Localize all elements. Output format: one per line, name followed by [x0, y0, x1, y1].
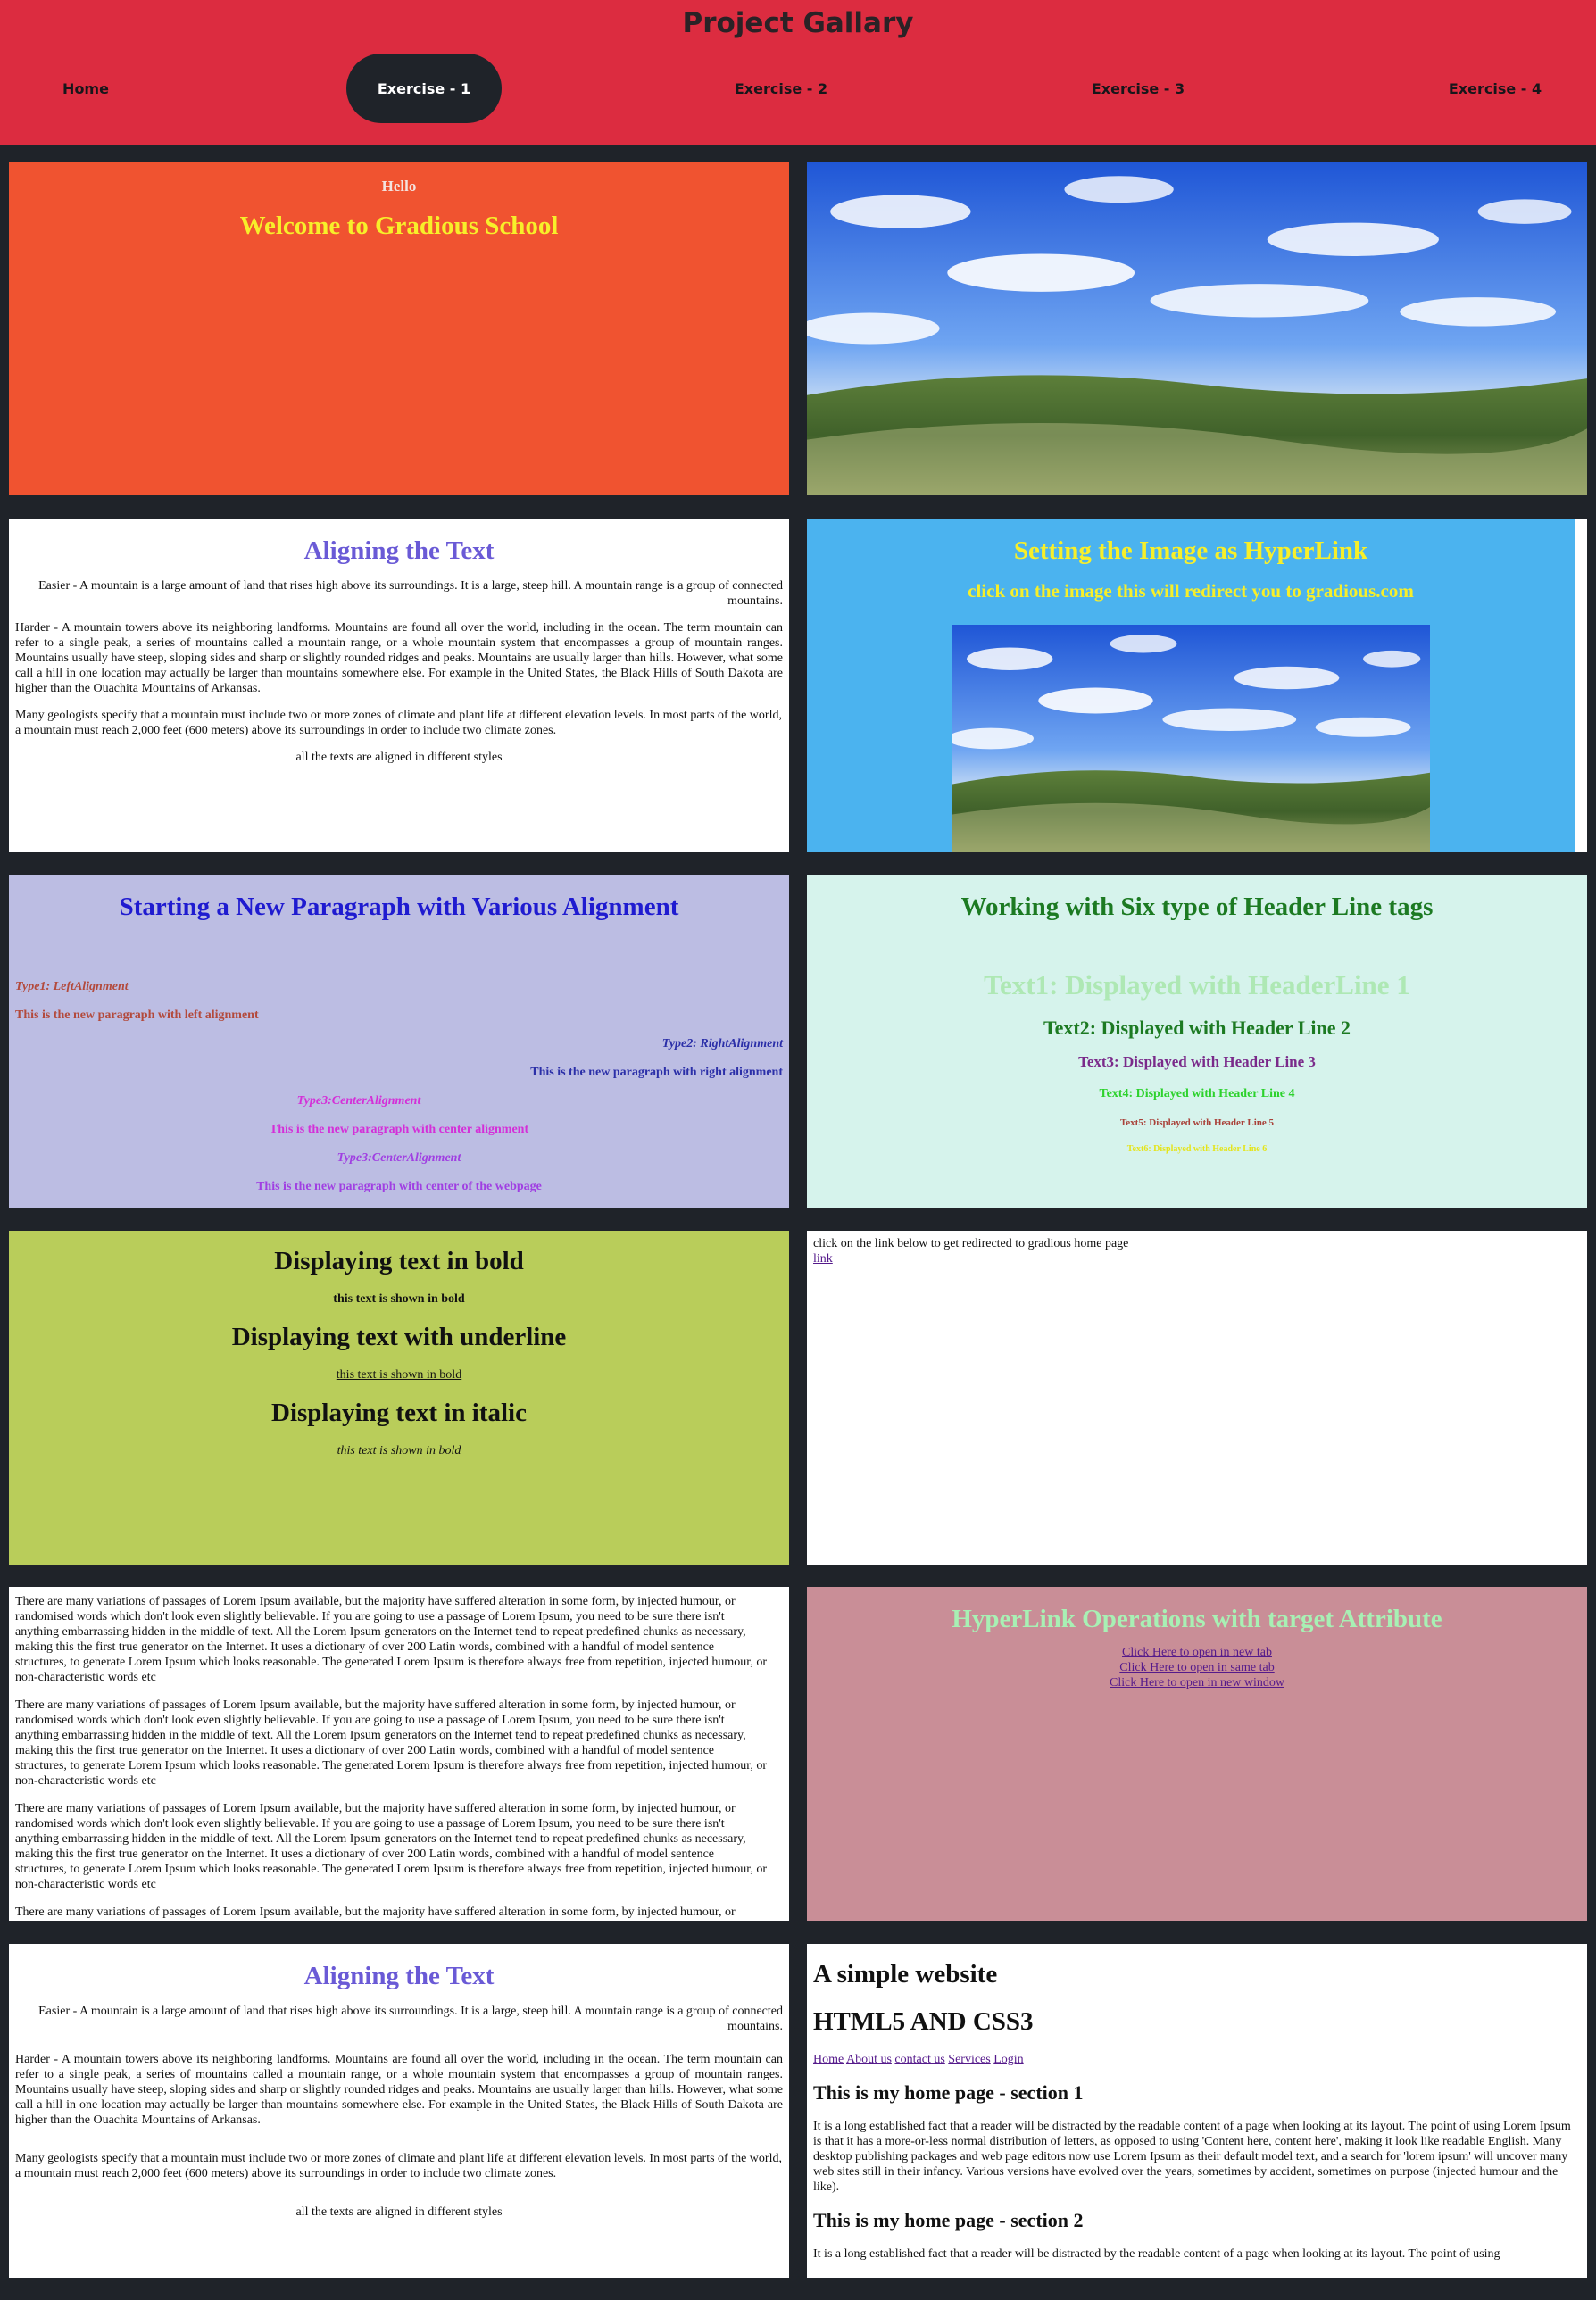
redirect-panel: click on the link below to get redirecte…: [807, 1231, 1587, 1565]
website-nav-home[interactable]: Home: [813, 2053, 844, 2066]
header-tags-heading: Working with Six type of Header Line tag…: [960, 893, 1434, 921]
type1-paragraph: This is the new paragraph with left alig…: [15, 1009, 259, 1022]
type3-label: Type3:CenterAlignment: [296, 1094, 421, 1108]
section-1-text: It is a long established fact that a rea…: [813, 2120, 1571, 2194]
align-footer: all the texts are aligned in different s…: [295, 751, 503, 764]
website-nav-contact[interactable]: contact us: [894, 2053, 944, 2066]
geologists-paragraph: Many geologists specify that a mountain …: [15, 2152, 782, 2180]
aligning-heading: Aligning the Text: [303, 536, 495, 565]
landscape-image: [807, 162, 1587, 495]
site-title: Project Gallary: [682, 7, 914, 39]
lorem-paragraph: There are many variations of passages of…: [15, 1802, 767, 1891]
header-line-3: Text3: Displayed with Header Line 3: [1078, 1053, 1316, 1070]
website-nav-services[interactable]: Services: [948, 2053, 990, 2066]
italic-heading: Displaying text in italic: [271, 1399, 527, 1427]
section-2-text: It is a long established fact that a rea…: [813, 2247, 1500, 2261]
underline-heading: Displaying text with underline: [231, 1323, 567, 1351]
paragraph-alignment-panel: Starting a New Paragraph with Various Al…: [9, 875, 789, 1208]
header-line-4: Text4: Displayed with Header Line 4: [1099, 1087, 1295, 1100]
italic-text: this text is shown in bold: [337, 1444, 461, 1457]
type1-label: Type1: LeftAlignment: [15, 980, 129, 993]
simple-website-panel: A simple website HTML5 AND CSS3 Home Abo…: [807, 1944, 1587, 2278]
lorem-paragraph: There are many variations of passages of…: [15, 1906, 736, 1919]
target-heading: HyperLink Operations with target Attribu…: [952, 1605, 1442, 1633]
new-window-link[interactable]: Click Here to open in new window: [1110, 1676, 1284, 1690]
bold-text: this text is shown in bold: [333, 1292, 465, 1306]
header-line-6: Text6: Displayed with Header Line 6: [1126, 1144, 1268, 1154]
header-line-2: Text2: Displayed with Header Line 2: [1043, 1017, 1351, 1039]
align-footer: all the texts are aligned in different s…: [295, 2205, 503, 2219]
welcome-heading: Welcome to Gradious School: [239, 212, 559, 240]
nav-exercise-1[interactable]: Exercise - 1: [346, 54, 502, 123]
image-link-subheading: click on the image this will redirect yo…: [968, 580, 1414, 602]
type4-paragraph: This is the new paragraph with center of…: [256, 1180, 542, 1193]
aligning-text-panel-2: Aligning the Text Easier - A mountain is…: [9, 1944, 789, 2278]
website-nav: Home About us contact us Services Login: [813, 2053, 1581, 2067]
hello-text: Hello: [381, 178, 417, 195]
website-title: A simple website: [813, 1960, 998, 1989]
geologists-paragraph: Many geologists specify that a mountain …: [15, 709, 782, 737]
header-line-5: Text5: Displayed with Header Line 5: [1119, 1117, 1275, 1128]
lorem-paragraph: There are many variations of passages of…: [15, 1698, 767, 1788]
paragraph-heading: Starting a New Paragraph with Various Al…: [119, 893, 679, 921]
same-tab-link[interactable]: Click Here to open in same tab: [1119, 1661, 1274, 1674]
image-link-heading: Setting the Image as HyperLink: [1013, 536, 1368, 565]
new-tab-link[interactable]: Click Here to open in new tab: [1122, 1646, 1272, 1659]
easier-paragraph: Easier - A mountain is a large amount of…: [38, 2005, 783, 2033]
hyperlink-image[interactable]: [952, 625, 1430, 852]
harder-paragraph: Harder - A mountain towers above its nei…: [15, 621, 783, 695]
header-tags-panel: Working with Six type of Header Line tag…: [807, 875, 1587, 1208]
website-nav-about[interactable]: About us: [846, 2053, 892, 2066]
lorem-paragraph: There are many variations of passages of…: [15, 1595, 767, 1684]
lorem-panel: There are many variations of passages of…: [9, 1587, 789, 1921]
bold-heading: Displaying text in bold: [274, 1247, 524, 1275]
website-nav-login[interactable]: Login: [993, 2053, 1023, 2066]
image-hyperlink-panel: Setting the Image as HyperLink click on …: [807, 519, 1587, 852]
nav-exercise-4[interactable]: Exercise - 4: [1437, 54, 1553, 123]
harder-paragraph: Harder - A mountain towers above its nei…: [15, 2053, 783, 2127]
type4-label: Type3:CenterAlignment: [337, 1151, 461, 1165]
section-2-heading: This is my home page - section 2: [813, 2209, 1084, 2231]
aligning-text-panel: Aligning the Text Easier - A mountain is…: [9, 519, 789, 852]
text-formatting-panel: Displaying text in bold this text is sho…: [9, 1231, 789, 1565]
type2-label: Type2: RightAlignment: [661, 1037, 783, 1050]
section-1-heading: This is my home page - section 1: [813, 2081, 1084, 2104]
target-attribute-panel: HyperLink Operations with target Attribu…: [807, 1587, 1587, 1921]
welcome-panel: Hello Welcome to Gradious School: [9, 162, 789, 495]
nav-home[interactable]: Home: [36, 54, 136, 123]
type3-paragraph: This is the new paragraph with center al…: [269, 1123, 529, 1136]
easier-paragraph: Easier - A mountain is a large amount of…: [38, 579, 783, 608]
website-subtitle: HTML5 AND CSS3: [813, 2007, 1034, 2036]
nav-exercise-3[interactable]: Exercise - 3: [1080, 54, 1196, 123]
header-line-1: Text1: Displayed with HeaderLine 1: [984, 969, 1410, 1001]
type2-paragraph: This is the new paragraph with right ali…: [530, 1066, 783, 1079]
top-navbar: Project Gallary Home Exercise - 1 Exerci…: [0, 0, 1596, 145]
underline-text: this text is shown in bold: [336, 1368, 462, 1382]
redirect-link[interactable]: link: [813, 1251, 833, 1266]
nav-exercise-2[interactable]: Exercise - 2: [723, 54, 839, 123]
landscape-panel: [807, 162, 1587, 495]
redirect-text: click on the link below to get redirecte…: [813, 1237, 1129, 1250]
aligning-heading: Aligning the Text: [303, 1962, 495, 1990]
